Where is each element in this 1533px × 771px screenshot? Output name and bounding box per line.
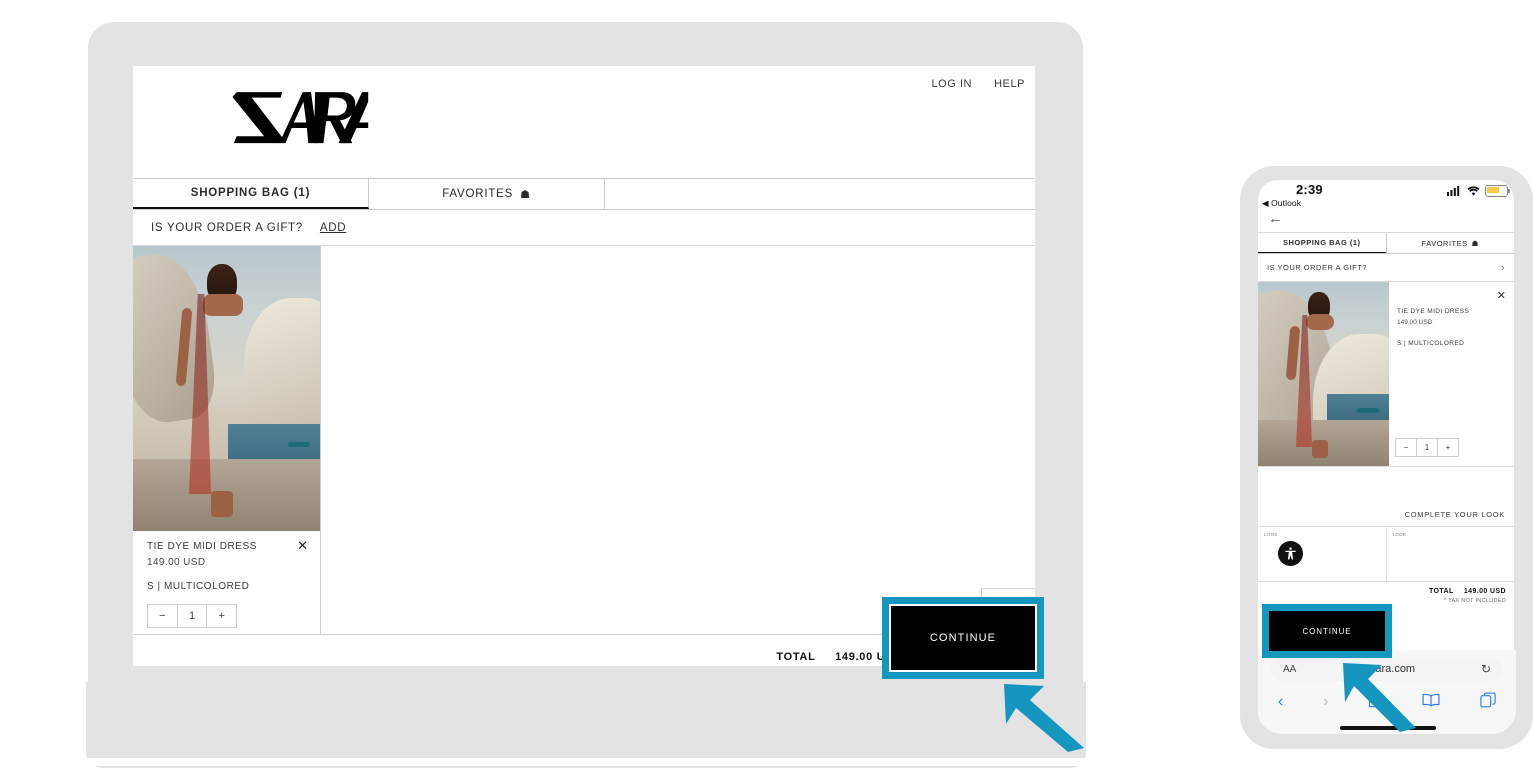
tabs-icon[interactable]	[1480, 691, 1496, 713]
phone-tab-shopping-bag-label: SHOPPING BAG (1)	[1282, 238, 1361, 247]
phone-bag-tabs: SHOPPING BAG (1) FAVORITES ☗	[1258, 232, 1514, 254]
battery-low-power-icon	[1485, 185, 1510, 197]
continue-label-desktop: CONTINUE	[929, 632, 997, 644]
phone-remove-item-button[interactable]: ✕	[1497, 289, 1506, 302]
phone-tab-favorites-label: FAVORITES	[1421, 238, 1468, 248]
laptop-screen: LOG IN HELP SHOPPING BAG (1) FAVORITES ☗…	[133, 66, 1035, 666]
phone-quantity-increase-button[interactable]: +	[1437, 439, 1458, 456]
status-time: 2:39	[1296, 182, 1323, 197]
bag-body: ✕ TIE DYE MIDI DRESS 149.00 USD S | MULT…	[133, 246, 1035, 634]
log-in-link[interactable]: LOG IN	[931, 78, 972, 90]
look-cell[interactable]: LOOK	[1385, 527, 1515, 581]
product-image[interactable]	[133, 246, 320, 531]
photo-model-legs	[1312, 440, 1328, 458]
tab-favorites[interactable]: FAVORITES ☗	[369, 179, 605, 209]
phone-product-name: TIE DYE MIDI DRESS	[1397, 308, 1470, 315]
continue-label-phone: CONTINUE	[1302, 626, 1352, 636]
laptop-base-notch	[88, 758, 1088, 766]
reload-button[interactable]: ↻	[1481, 662, 1491, 676]
phone-tax-note: * TAX NOT INCLUDED	[1444, 598, 1506, 604]
phone-status-bar: 2:39 ◀ Outlook	[1258, 180, 1514, 210]
bag-tabs: SHOPPING BAG (1) FAVORITES ☗	[133, 179, 1035, 210]
bag-right-panel	[321, 246, 1035, 634]
complete-your-look-section: COMPLETE YOUR LOOK	[1258, 467, 1514, 527]
product-variant: S | MULTICOLORED	[147, 581, 250, 592]
tab-shopping-bag[interactable]: SHOPPING BAG (1)	[133, 179, 369, 209]
wifi-icon	[1467, 186, 1480, 196]
tab-shopping-bag-label: SHOPPING BAG (1)	[190, 187, 311, 199]
status-indicators	[1447, 185, 1510, 197]
total-label: TOTAL	[776, 651, 816, 663]
continue-button-phone[interactable]: CONTINUE	[1269, 611, 1385, 651]
chevron-right-icon: ›	[1500, 261, 1505, 274]
phone-product-variant: S | MULTICOLORED	[1397, 340, 1465, 347]
phone-quantity-decrease-button[interactable]: −	[1396, 439, 1416, 456]
pointer-arrow-desktop	[1004, 684, 1084, 752]
phone-product-price: 149.00 USD	[1397, 319, 1433, 326]
gift-row: IS YOUR ORDER A GIFT? ADD	[133, 210, 1035, 246]
text-size-button[interactable]: AA	[1283, 664, 1296, 675]
zara-logo[interactable]	[231, 88, 369, 150]
cellular-signal-icon	[1447, 186, 1460, 196]
back-arrow-icon: ←	[1268, 210, 1283, 227]
phone-product-info: ✕ TIE DYE MIDI DRESS 149.00 USD S | MULT…	[1389, 282, 1514, 466]
phone-quantity-stepper: − 1 +	[1395, 438, 1459, 457]
product-info: ✕ TIE DYE MIDI DRESS 149.00 USD S | MULT…	[133, 531, 320, 628]
gift-add-link[interactable]: ADD	[320, 222, 346, 234]
bag-item-column: ✕ TIE DYE MIDI DRESS 149.00 USD S | MULT…	[133, 246, 321, 634]
complete-your-look-label: COMPLETE YOUR LOOK	[1404, 510, 1505, 519]
bookmark-icon: ☗	[1471, 238, 1479, 248]
quantity-stepper: − 1 +	[147, 604, 237, 628]
look-cell[interactable]: LOOK	[1258, 527, 1386, 581]
help-link[interactable]: HELP	[994, 78, 1025, 90]
remove-item-button[interactable]: ✕	[297, 539, 308, 552]
phone-order-totals: TOTAL 149.00 USD * TAX NOT INCLUDED	[1429, 588, 1506, 604]
pointer-arrow-phone	[1343, 663, 1416, 732]
phone-total-label: TOTAL	[1428, 588, 1454, 595]
phone-total-line: TOTAL 149.00 USD	[1429, 588, 1506, 595]
browser-forward-button[interactable]: ›	[1323, 693, 1328, 711]
accessibility-icon[interactable]	[1278, 541, 1303, 566]
product-price: 149.00 USD	[147, 557, 206, 568]
phone-gift-question: IS YOUR ORDER A GIFT?	[1267, 263, 1367, 272]
header-links: LOG IN HELP	[931, 78, 1025, 90]
book-icon[interactable]	[1422, 693, 1440, 712]
product-name: TIE DYE MIDI DRESS	[147, 541, 257, 552]
phone-quantity-value: 1	[1416, 439, 1437, 456]
phone-bag-item: ✕ TIE DYE MIDI DRESS 149.00 USD S | MULT…	[1258, 282, 1514, 467]
photo-boat	[288, 442, 310, 447]
laptop-base	[86, 682, 1086, 768]
phone-gift-row[interactable]: IS YOUR ORDER A GIFT? ›	[1258, 254, 1514, 282]
quantity-value: 1	[176, 605, 207, 627]
site-header: LOG IN HELP	[133, 66, 1035, 179]
phone-product-image[interactable]	[1258, 282, 1389, 466]
tab-favorites-label: FAVORITES	[442, 188, 514, 200]
phone-total-value: 149.00 USD	[1463, 588, 1506, 595]
browser-back-button[interactable]: ‹	[1278, 693, 1283, 711]
photo-model-legs	[211, 491, 233, 517]
phone-tab-favorites[interactable]: FAVORITES ☗	[1385, 233, 1515, 253]
bookmark-icon: ☗	[520, 188, 531, 201]
look-label: LOOK	[1392, 532, 1407, 537]
phone-tab-shopping-bag[interactable]: SHOPPING BAG (1)	[1258, 233, 1386, 253]
gift-question: IS YOUR ORDER A GIFT?	[151, 221, 303, 234]
look-label: LOOK	[1264, 532, 1278, 537]
phone-page-back[interactable]: ←	[1258, 210, 1514, 232]
tabs-filler	[605, 179, 1035, 209]
continue-button-desktop[interactable]: CONTINUE	[891, 606, 1035, 670]
photo-boat	[1357, 408, 1379, 413]
status-back-app[interactable]: ◀ Outlook	[1262, 198, 1301, 209]
quantity-increase-button[interactable]: +	[206, 605, 236, 627]
look-grid: LOOK LOOK	[1258, 527, 1514, 581]
zara-desktop-site: LOG IN HELP SHOPPING BAG (1) FAVORITES ☗…	[133, 66, 1035, 666]
quantity-decrease-button[interactable]: −	[148, 605, 177, 627]
